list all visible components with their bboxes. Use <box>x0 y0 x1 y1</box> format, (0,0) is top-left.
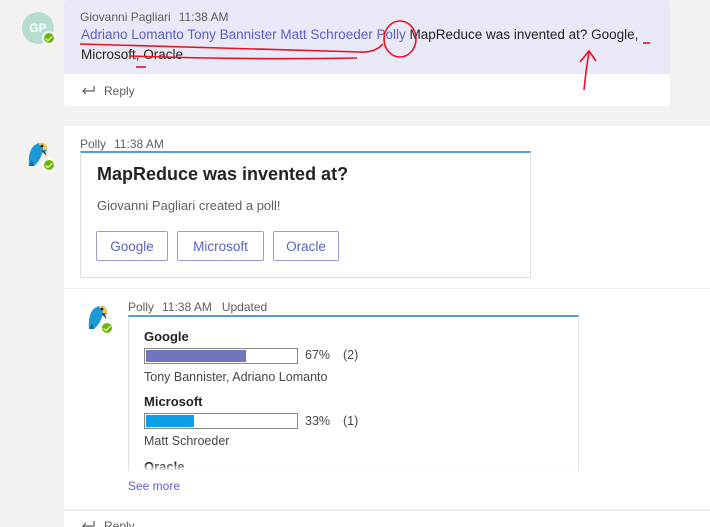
message-time: 11:38 AM <box>114 137 164 151</box>
result-count-google: (2) <box>343 348 359 362</box>
poll-subtitle: Giovanni Pagliari created a poll! <box>97 198 281 213</box>
result-voters-google: Tony Bannister, Adriano Lomanto <box>144 370 328 384</box>
see-more-link[interactable]: See more <box>128 479 180 493</box>
poll-option-microsoft-button[interactable]: Microsoft <box>177 231 264 261</box>
presence-available-icon <box>42 158 56 172</box>
sender-name: Polly <box>80 137 107 151</box>
result-bar-fill-google <box>146 350 246 362</box>
sender-name: Polly <box>128 300 155 314</box>
presence-available-icon <box>100 321 114 335</box>
results-card: Google 67% (2) Tony Bannister, Adriano L… <box>128 315 579 471</box>
polly-avatar[interactable] <box>26 140 56 172</box>
message-time: 11:38 AM <box>162 300 212 314</box>
result-bar-fill-microsoft <box>146 415 195 427</box>
reply-arrow-icon <box>82 86 95 95</box>
polly-meta: Polly 11:38 AM <box>80 137 164 151</box>
poll-card: MapReduce was invented at? Giovanni Pagl… <box>80 151 531 278</box>
result-option-google: Google <box>144 329 189 344</box>
result-voters-microsoft: Matt Schroeder <box>144 434 230 448</box>
result-percent-microsoft: 33% <box>305 414 331 428</box>
reply-label: Reply <box>104 84 135 98</box>
result-option-microsoft: Microsoft <box>144 394 203 409</box>
polly-avatar[interactable] <box>86 303 114 335</box>
result-count-microsoft: (1) <box>343 414 359 428</box>
results-fade <box>129 463 578 471</box>
poll-option-oracle-button[interactable]: Oracle <box>273 231 339 261</box>
results-meta: Polly 11:38 AM Updated <box>128 300 267 314</box>
poll-question: MapReduce was invented at? <box>97 164 349 184</box>
updated-label: Updated <box>221 300 268 314</box>
reply-button[interactable]: Reply <box>80 84 135 98</box>
reply-strip: Reply <box>64 510 710 527</box>
result-percent-google: 67% <box>305 348 331 362</box>
result-bar-google <box>144 348 298 364</box>
result-bar-microsoft <box>144 413 298 429</box>
poll-option-google-button[interactable]: Google <box>96 231 168 261</box>
